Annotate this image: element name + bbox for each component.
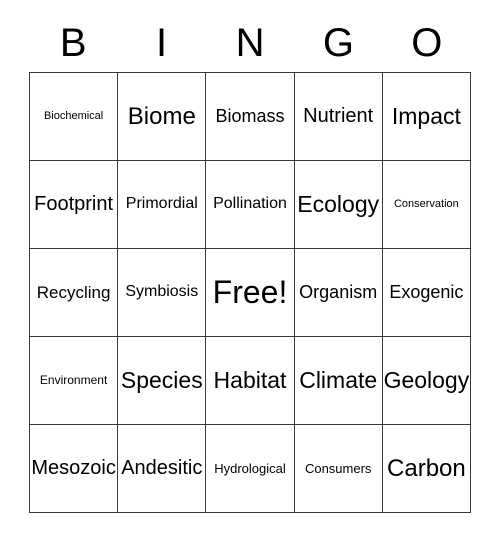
bingo-cell-label: Impact <box>391 103 461 130</box>
bingo-cell-label: Biomass <box>215 106 285 127</box>
bingo-cell-label: Carbon <box>387 454 466 482</box>
bingo-header-row: B I N G O <box>29 14 471 72</box>
bingo-cell-label: Primordial <box>125 195 198 213</box>
bingo-cell-r1c3[interactable]: Biomass <box>206 73 295 161</box>
bingo-grid: Biochemical Biome Biomass Nutrient Impac… <box>29 72 471 513</box>
bingo-cell-r4c2[interactable]: Species <box>118 337 207 425</box>
bingo-cell-r5c2[interactable]: Andesitic <box>118 425 207 513</box>
bingo-cell-r3c2[interactable]: Symbiosis <box>118 249 207 337</box>
bingo-cell-label: Habitat <box>213 367 287 394</box>
bingo-cell-r5c4[interactable]: Consumers <box>294 425 383 513</box>
bingo-cell-label: Environment <box>39 373 108 388</box>
bingo-cell-r5c1[interactable]: Mesozoic <box>30 425 119 513</box>
bingo-cell-label: Andesitic <box>121 457 203 479</box>
bingo-cell-label: Consumers <box>304 460 372 476</box>
bingo-cell-r3c1[interactable]: Recycling <box>30 249 119 337</box>
bingo-cell-r1c4[interactable]: Nutrient <box>294 73 383 161</box>
bingo-cell-label: Recycling <box>36 282 111 302</box>
bingo-cell-r3c4[interactable]: Organism <box>294 249 383 337</box>
bingo-cell-r2c5[interactable]: Conservation <box>382 161 471 249</box>
bingo-cell-label: Biochemical <box>43 109 104 122</box>
bingo-cell-r2c3[interactable]: Pollination <box>206 161 295 249</box>
bingo-cell-r4c3[interactable]: Habitat <box>206 337 295 425</box>
bingo-cell-label: Ecology <box>297 191 380 218</box>
bingo-header-letter-g: G <box>322 21 354 65</box>
bingo-cell-r2c4[interactable]: Ecology <box>294 161 383 249</box>
bingo-card: B I N G O Biochemical Biome Biomass Nutr… <box>0 0 500 544</box>
bingo-cell-r4c1[interactable]: Environment <box>30 337 119 425</box>
bingo-header-letter-i: I <box>156 21 168 65</box>
bingo-cell-r1c2[interactable]: Biome <box>118 73 207 161</box>
bingo-cell-r2c2[interactable]: Primordial <box>118 161 207 249</box>
bingo-cell-label: Symbiosis <box>125 283 199 301</box>
bingo-cell-label: Species <box>120 367 203 394</box>
bingo-header-letter-o: O <box>411 21 443 65</box>
bingo-cell-label: Footprint <box>34 193 114 215</box>
bingo-header-letter-n: N <box>235 21 265 65</box>
bingo-cell-r3c5[interactable]: Exogenic <box>382 249 471 337</box>
bingo-cell-r4c5[interactable]: Geology <box>382 337 471 425</box>
bingo-cell-r4c4[interactable]: Climate <box>294 337 383 425</box>
bingo-cell-r2c1[interactable]: Footprint <box>30 161 119 249</box>
bingo-cell-label: Geology <box>383 367 470 394</box>
bingo-cell-r5c3[interactable]: Hydrological <box>206 425 295 513</box>
bingo-cell-r5c5[interactable]: Carbon <box>382 425 471 513</box>
bingo-cell-label: Organism <box>299 282 378 303</box>
bingo-cell-label: Biome <box>127 102 196 130</box>
bingo-cell-label: Climate <box>299 367 378 394</box>
bingo-cell-r1c5[interactable]: Impact <box>382 73 471 161</box>
bingo-cell-label: Nutrient <box>303 105 374 127</box>
bingo-cell-label: Pollination <box>213 195 287 213</box>
bingo-cell-free-space[interactable]: Free! <box>206 249 295 337</box>
bingo-cell-label: Conservation <box>393 197 459 210</box>
bingo-cell-r1c1[interactable]: Biochemical <box>30 73 119 161</box>
bingo-free-space-label: Free! <box>212 273 288 310</box>
bingo-cell-label: Exogenic <box>389 282 464 303</box>
bingo-header-letter-b: B <box>59 21 87 65</box>
bingo-cell-label: Mesozoic <box>31 457 116 479</box>
bingo-cell-label: Hydrological <box>214 460 286 476</box>
